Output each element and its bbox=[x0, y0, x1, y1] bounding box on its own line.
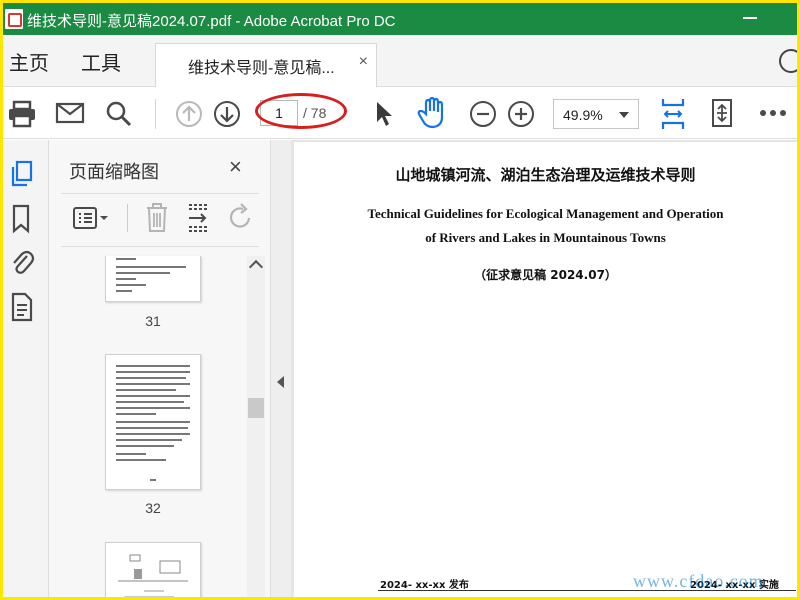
toolbar: 1 / 78 49.9% bbox=[3, 87, 797, 139]
thumbnail-text-line bbox=[116, 395, 190, 397]
thumbnail-text-line bbox=[116, 371, 190, 373]
home-tab[interactable]: 主页 bbox=[9, 47, 49, 76]
zoom-value: 49.9% bbox=[563, 107, 603, 123]
thumbnail-text-line bbox=[116, 439, 182, 441]
thumbnail-text-line bbox=[116, 266, 186, 268]
zoom-select[interactable]: 49.9% bbox=[553, 99, 639, 129]
thumbnail-text-line bbox=[116, 445, 174, 447]
thumbnail-text-line bbox=[116, 413, 156, 415]
rotate-page-icon[interactable] bbox=[227, 200, 255, 236]
thumbnail-text-line bbox=[116, 284, 146, 286]
issue-date: 2024- xx-xx 发布 bbox=[380, 580, 469, 591]
page-highlight-circle bbox=[255, 93, 347, 129]
thumbnail-text-line bbox=[116, 389, 176, 391]
thumbnail-text-line bbox=[116, 258, 136, 260]
panel-collapse-strip[interactable] bbox=[271, 140, 291, 597]
close-tab-icon[interactable]: × bbox=[359, 53, 368, 71]
acrobat-logo-icon bbox=[5, 9, 23, 29]
panel-toolbar-separator bbox=[127, 204, 128, 232]
panel-title: 页面缩略图 bbox=[69, 162, 159, 182]
more-options-icon[interactable] bbox=[759, 109, 787, 117]
thumbnail-text-line bbox=[116, 377, 186, 379]
chevron-down-icon bbox=[619, 112, 629, 118]
document-properties-icon[interactable] bbox=[9, 292, 35, 322]
page-thumbnail-31[interactable] bbox=[105, 256, 201, 302]
page-display-icon[interactable] bbox=[709, 97, 737, 129]
attachment-icon[interactable] bbox=[9, 246, 35, 276]
help-icon[interactable] bbox=[779, 49, 797, 73]
thumbnail-text-line bbox=[116, 383, 190, 385]
thumbnail-text-line bbox=[116, 453, 146, 455]
thumbnail-text-line bbox=[116, 407, 190, 409]
document-title-english-line2: of Rivers and Lakes in Mountainous Towns bbox=[425, 230, 666, 245]
zoom-out-icon[interactable] bbox=[469, 100, 497, 128]
hand-tool-icon[interactable] bbox=[417, 97, 447, 129]
minimize-icon[interactable] bbox=[743, 17, 757, 19]
document-view[interactable]: 山地城镇河流、湖泊生态治理及运维技术导则 Technical Guideline… bbox=[291, 140, 797, 597]
watermark: www.cfdao.com bbox=[633, 571, 764, 591]
tools-tab[interactable]: 工具 bbox=[81, 47, 121, 76]
panel-divider bbox=[61, 193, 259, 194]
fit-width-icon[interactable] bbox=[659, 97, 687, 131]
draft-note: （征求意见稿 2024.07） bbox=[474, 268, 617, 282]
title-bar: 维技术导则-意见稿2024.07.pdf - Adobe Acrobat Pro… bbox=[3, 3, 797, 35]
toolbar-separator bbox=[155, 99, 156, 129]
page-thumbnails-icon[interactable] bbox=[9, 160, 35, 188]
print-icon[interactable] bbox=[7, 100, 37, 128]
thumbnail-text-line bbox=[116, 433, 190, 435]
delete-page-icon[interactable] bbox=[143, 200, 171, 236]
search-icon[interactable] bbox=[105, 100, 133, 128]
scrollbar-thumb[interactable] bbox=[248, 398, 264, 418]
previous-page-icon[interactable] bbox=[175, 100, 203, 128]
thumbnail-text-line bbox=[116, 421, 190, 423]
zoom-in-icon[interactable] bbox=[507, 100, 535, 128]
insert-page-icon[interactable] bbox=[185, 200, 213, 236]
thumbnail-text-line bbox=[116, 290, 132, 292]
pdf-page: 山地城镇河流、湖泊生态治理及运维技术导则 Technical Guideline… bbox=[294, 142, 797, 597]
document-tab[interactable]: 维技术导则-意见稿... × bbox=[155, 43, 377, 87]
collapse-panel-icon[interactable] bbox=[277, 376, 284, 388]
thumbnail-text-line bbox=[116, 427, 188, 429]
thumbnail-text-line bbox=[116, 401, 184, 403]
next-page-icon[interactable] bbox=[213, 100, 241, 128]
navigation-rail bbox=[3, 140, 49, 597]
panel-divider bbox=[61, 246, 259, 247]
page-thumbnail-33[interactable] bbox=[105, 542, 201, 597]
scroll-up-icon[interactable] bbox=[248, 259, 264, 275]
close-panel-icon[interactable]: × bbox=[229, 154, 242, 180]
bookmark-icon[interactable] bbox=[9, 204, 35, 234]
page-thumbnail-32[interactable] bbox=[105, 354, 201, 490]
thumbnail-options-icon[interactable] bbox=[71, 200, 111, 236]
thumbnail-text-line bbox=[150, 479, 156, 481]
document-title-english-line1: Technical Guidelines for Ecological Mana… bbox=[367, 206, 724, 221]
thumbnail-text-line bbox=[116, 365, 190, 367]
thumbnail-text-line bbox=[116, 278, 136, 280]
page-thumbnail-number: 32 bbox=[145, 500, 161, 516]
acrobat-window: 维技术导则-意见稿2024.07.pdf - Adobe Acrobat Pro… bbox=[3, 3, 797, 597]
document-tab-label: 维技术导则-意见稿... bbox=[188, 60, 335, 77]
page-thumbnails-panel: 页面缩略图 × 31 32 bbox=[49, 140, 271, 597]
window-title: 维技术导则-意见稿2024.07.pdf - Adobe Acrobat Pro… bbox=[27, 13, 396, 30]
email-icon[interactable] bbox=[55, 102, 85, 124]
thumbnail-text-line bbox=[116, 459, 166, 461]
document-title-chinese: 山地城镇河流、湖泊生态治理及运维技术导则 bbox=[395, 166, 696, 184]
tab-row: 主页 工具 维技术导则-意见稿... × bbox=[3, 35, 797, 87]
select-tool-icon[interactable] bbox=[373, 100, 395, 128]
page-thumbnail-number: 31 bbox=[145, 313, 161, 329]
thumbnail-diagram bbox=[118, 554, 188, 597]
thumbnail-scrollbar[interactable] bbox=[247, 256, 265, 597]
thumbnail-text-line bbox=[116, 272, 170, 274]
